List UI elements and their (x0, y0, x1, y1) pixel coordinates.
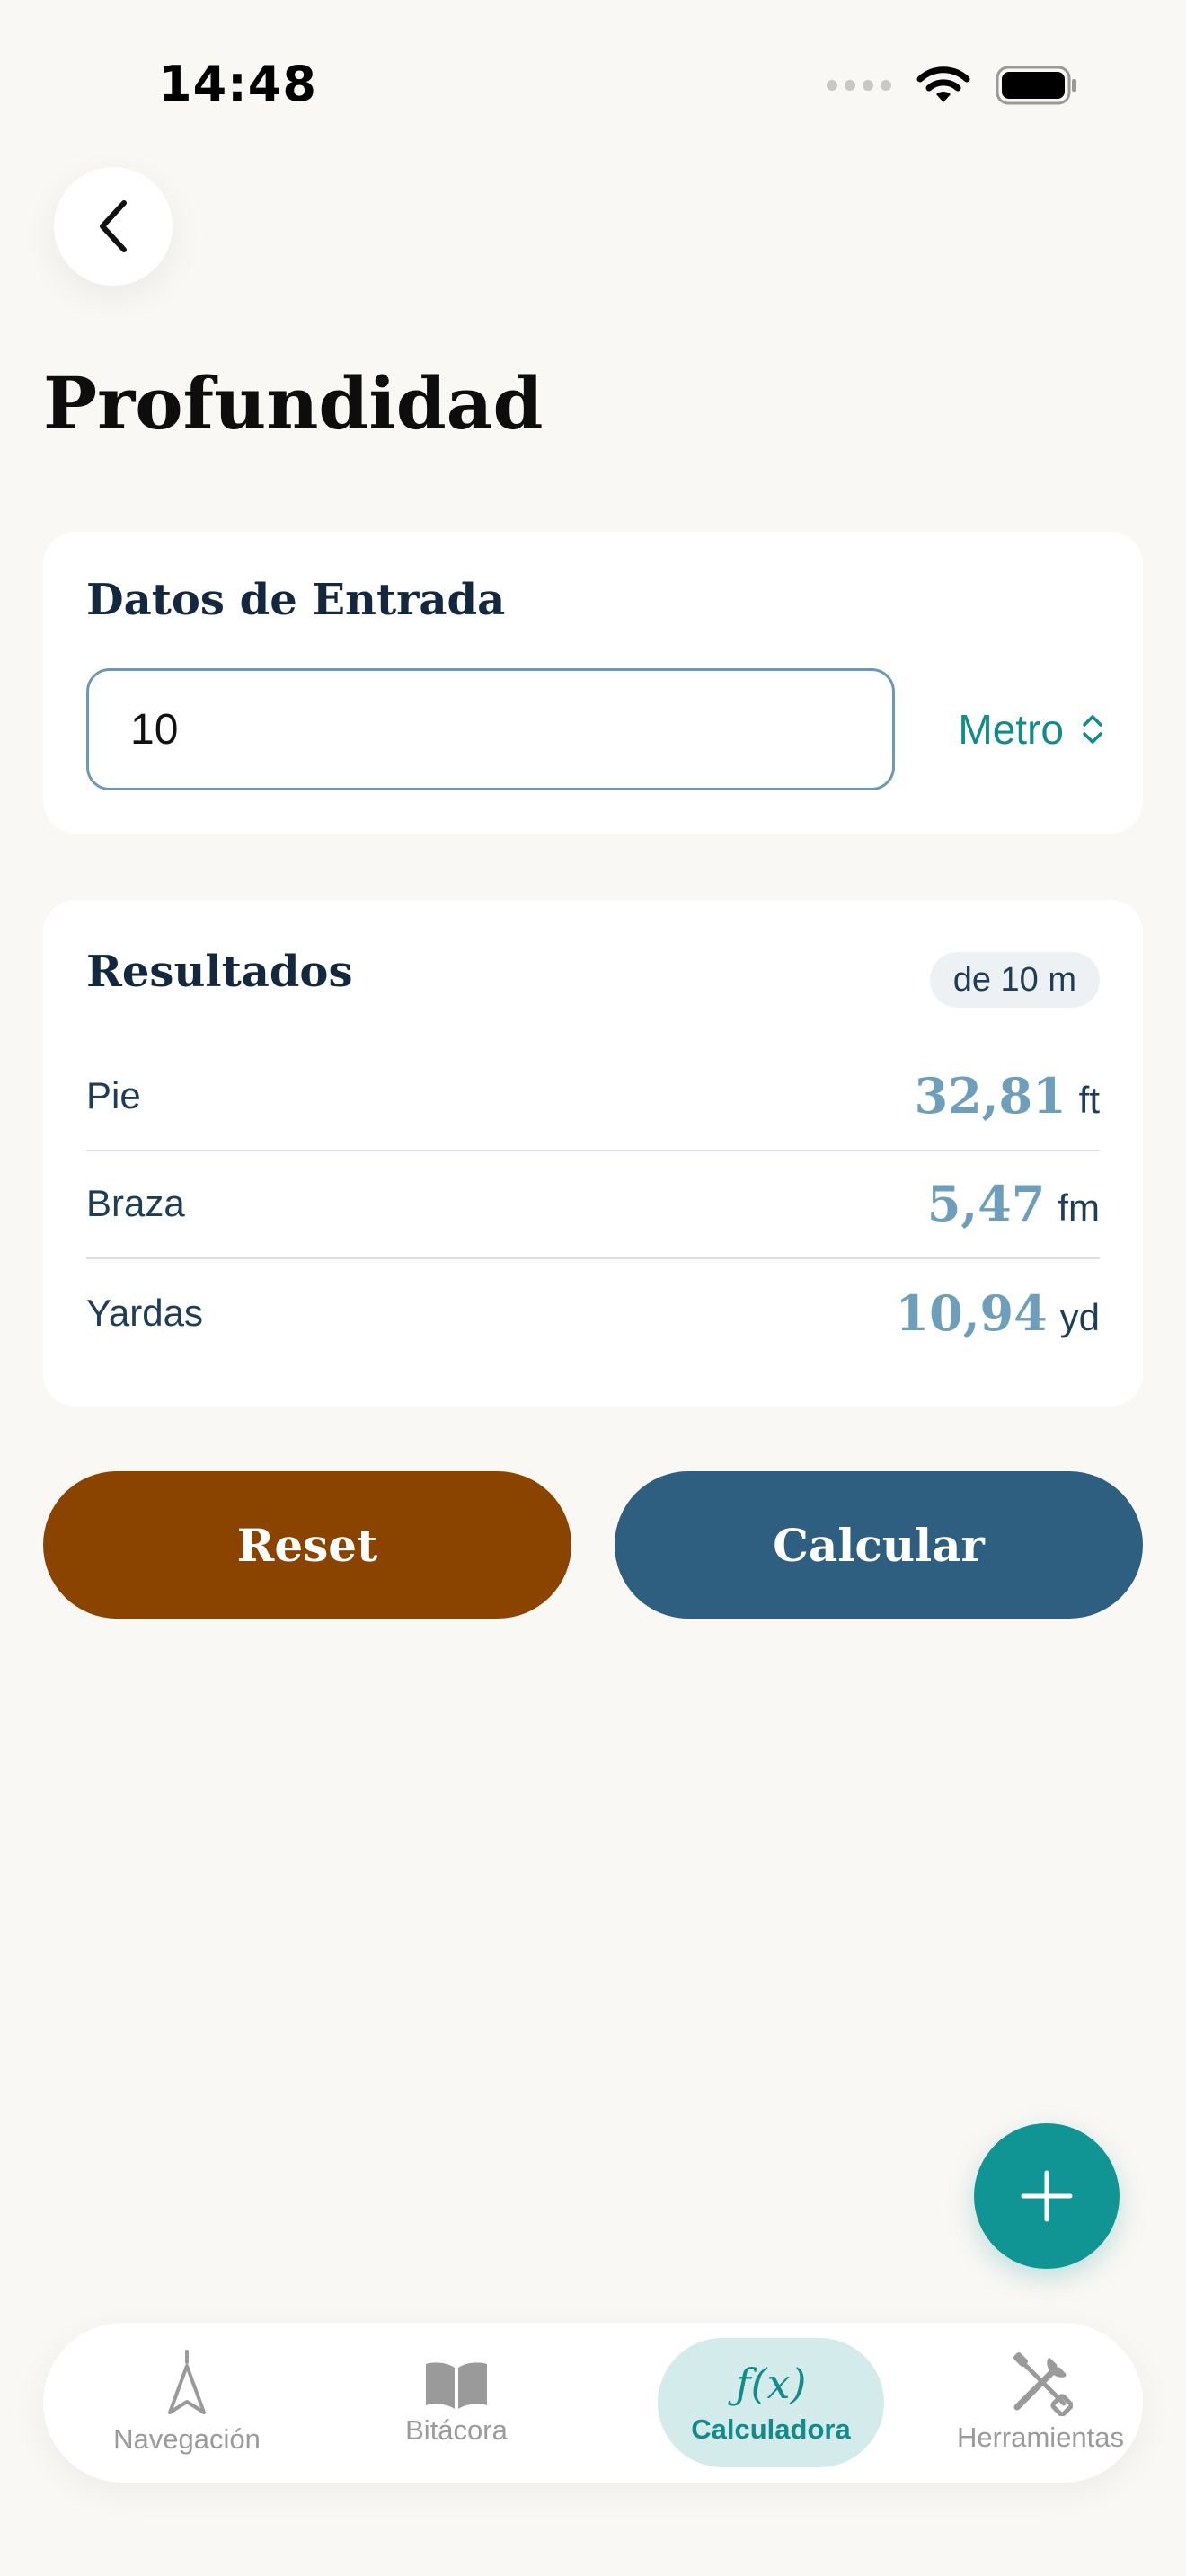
results-card: Resultados de 10 m Pie 32,81 ft Braza 5,… (43, 900, 1143, 1407)
results-card-title: Resultados (86, 947, 353, 997)
result-label: Yardas (86, 1292, 203, 1334)
tab-navegacion[interactable]: Navegación (79, 2323, 295, 2483)
page-title: Profundidad (43, 361, 544, 446)
unit-select-label: Metro (958, 706, 1064, 753)
result-row-yardas: Yardas 10,94 yd (86, 1259, 1100, 1367)
result-row-braza: Braza 5,47 fm (86, 1150, 1100, 1259)
reset-button[interactable]: Reset (43, 1471, 571, 1619)
tab-label: Calculadora (691, 2413, 851, 2445)
tab-herramientas[interactable]: Herramientas (906, 2323, 1175, 2483)
cellular-signal-icon (827, 80, 891, 91)
status-time: 14:48 (158, 56, 317, 112)
add-button[interactable] (974, 2123, 1120, 2269)
back-button[interactable] (54, 167, 173, 286)
function-icon: ƒ(x) (735, 2360, 807, 2408)
results-source-badge: de 10 m (929, 952, 1100, 1008)
result-label: Braza (86, 1182, 185, 1224)
chevron-up-down-icon (1083, 715, 1102, 744)
wifi-icon (916, 66, 970, 102)
battery-icon (996, 66, 1076, 105)
result-unit: yd (1059, 1296, 1100, 1338)
tab-label: Herramientas (956, 2422, 1125, 2453)
result-unit: fm (1058, 1187, 1100, 1229)
input-card-title: Datos de Entrada (86, 575, 506, 625)
result-row-pie: Pie 32,81 ft (86, 1042, 1100, 1151)
result-value: 5,47 fm (927, 1175, 1100, 1232)
depth-input[interactable] (86, 668, 895, 790)
result-unit: ft (1078, 1079, 1100, 1121)
result-number: 10,94 (895, 1284, 1048, 1342)
compass-arrow-icon (168, 2350, 206, 2414)
calculate-button[interactable]: Calcular (615, 1471, 1143, 1619)
tab-bitacora[interactable]: Bitácora (349, 2323, 564, 2483)
tools-icon (1013, 2352, 1073, 2416)
input-card: Datos de Entrada Metro (43, 532, 1143, 834)
result-label: Pie (86, 1074, 141, 1116)
chevron-left-icon (100, 200, 127, 252)
tab-label: Bitácora (405, 2414, 508, 2446)
result-number: 32,81 (914, 1067, 1067, 1125)
tab-calculadora[interactable]: ƒ(x) Calculadora (618, 2323, 924, 2483)
book-icon (426, 2362, 487, 2409)
result-value: 32,81 ft (915, 1067, 1100, 1125)
status-indicators (827, 65, 1078, 106)
tab-bar: Navegación Bitácora ƒ(x) Calculadora Her… (43, 2323, 1143, 2483)
result-number: 5,47 (926, 1175, 1046, 1232)
tab-label: Navegación (113, 2423, 261, 2455)
unit-select[interactable]: Metro (958, 693, 1103, 765)
plus-icon (1021, 2170, 1073, 2222)
result-value: 10,94 yd (896, 1284, 1100, 1342)
